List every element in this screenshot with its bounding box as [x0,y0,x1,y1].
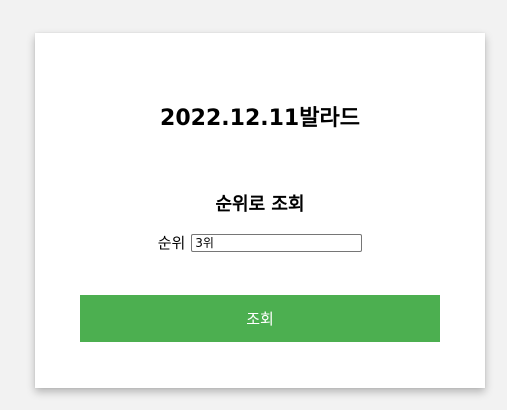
rank-input[interactable] [191,233,363,252]
query-card: 2022.12.11발라드 순위로 조회 순위 조회 [35,33,485,388]
rank-form-row: 순위 [35,232,485,253]
search-button[interactable]: 조회 [80,295,440,342]
rank-label: 순위 [157,234,186,252]
section-title: 순위로 조회 [215,194,305,215]
page-title: 2022.12.11발라드 [160,106,360,131]
